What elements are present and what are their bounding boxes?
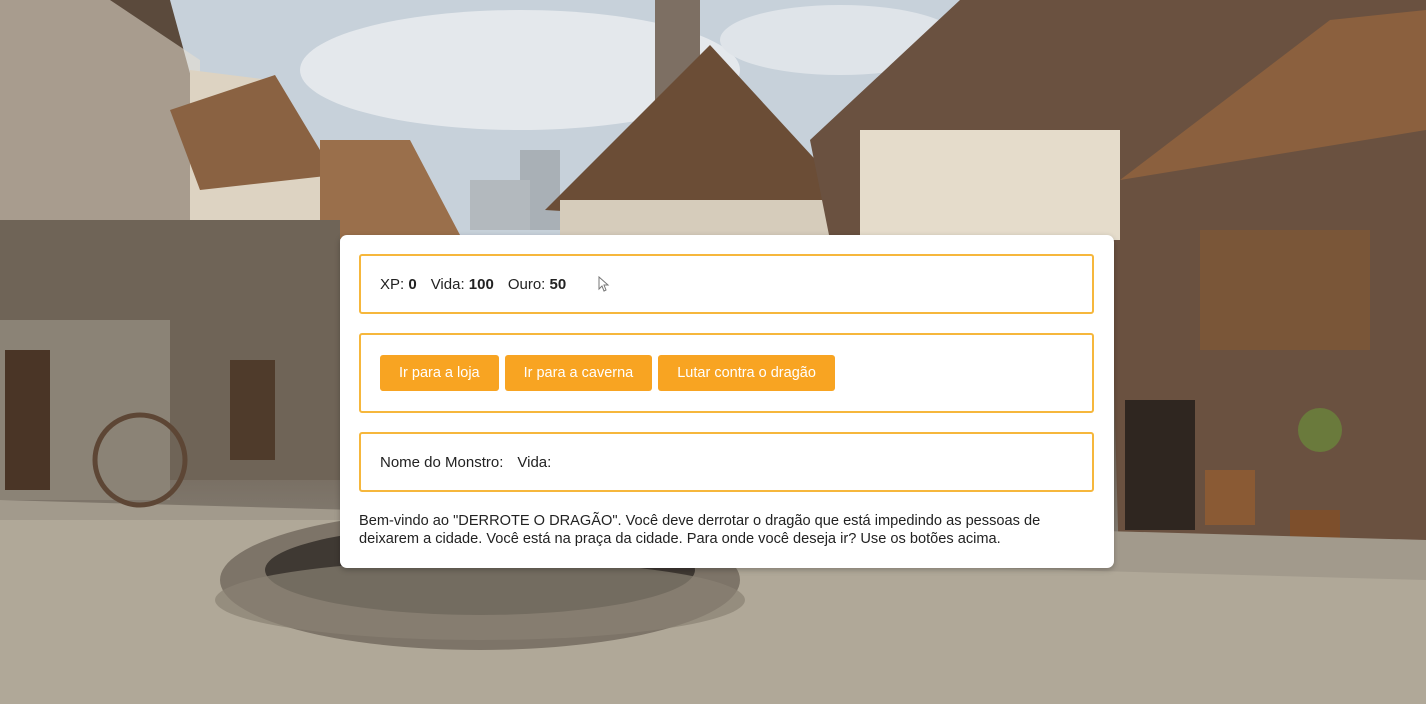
story-text: Bem-vindo ao "DERROTE O DRAGÃO". Você de… [359, 513, 1041, 547]
xp-value: 0 [408, 275, 417, 293]
xp-stat: XP: 0 [380, 276, 417, 293]
controls: Ir para a loja Ir para a caverna Lutar c… [359, 333, 1094, 413]
gold-stat: Ouro: 50 [508, 276, 566, 293]
gold-label: Ouro: [507, 275, 546, 293]
go-store-button[interactable]: Ir para a loja [380, 355, 499, 391]
gold-value: 50 [549, 275, 567, 293]
mouse-pointer-icon [598, 276, 610, 292]
fight-dragon-button[interactable]: Lutar contra o dragão [658, 355, 835, 391]
xp-label: XP: [380, 275, 405, 293]
health-value: 100 [468, 275, 494, 293]
health-label: Vida: [430, 275, 465, 293]
go-cave-button[interactable]: Ir para a caverna [504, 355, 653, 391]
game-panel: XP: 0 Vida: 100 Ouro: 50 Ir para a loja … [340, 235, 1114, 568]
monster-name-label: Nome do Monstro: [380, 453, 504, 471]
monster-health-label: Vida: [517, 453, 552, 471]
stats-bar: XP: 0 Vida: 100 Ouro: 50 [359, 254, 1094, 314]
monster-stats: Nome do Monstro: Vida: [359, 432, 1094, 492]
health-stat: Vida: 100 [431, 276, 494, 293]
